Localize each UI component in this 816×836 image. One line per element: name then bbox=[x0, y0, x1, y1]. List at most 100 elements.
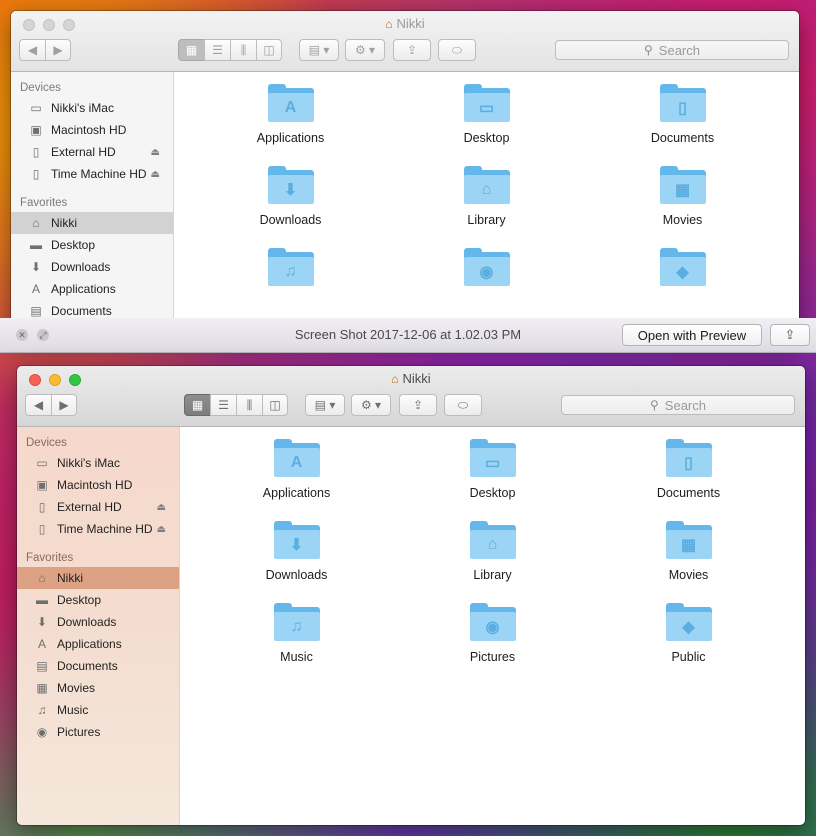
search-field[interactable]: ⚲ Search bbox=[561, 395, 795, 415]
arrange-button[interactable]: ▤ ▾ bbox=[305, 394, 345, 416]
folder-downloads[interactable]: ⬇ Downloads bbox=[193, 166, 389, 227]
folder-downloads[interactable]: ⬇ Downloads bbox=[199, 521, 395, 582]
list-view-button[interactable]: ☰ bbox=[210, 394, 236, 416]
share-button[interactable]: ⇪ bbox=[770, 324, 810, 346]
music-glyph-icon: ♫ bbox=[284, 262, 297, 280]
forward-button[interactable]: ▶ bbox=[45, 39, 71, 61]
window-body: Devices ▭ Nikki's iMac ▣ Macintosh HD ▯ Ext… bbox=[17, 427, 805, 825]
folder-movies[interactable]: ▦ Movies bbox=[585, 166, 781, 227]
back-forward-group: ◀ ▶ bbox=[19, 39, 71, 61]
column-view-button[interactable]: ⫼ bbox=[236, 394, 262, 416]
folder-desktop[interactable]: ▭ Desktop bbox=[395, 439, 591, 500]
chevron-right-icon: ▶ bbox=[53, 43, 63, 57]
folder-public[interactable]: ◆ Public bbox=[591, 603, 787, 664]
sidebar-item-music[interactable]: ♫ Music bbox=[17, 699, 179, 721]
list-icon: ☰ bbox=[212, 43, 223, 57]
folder-music[interactable]: ♫ Music bbox=[199, 603, 395, 664]
folder-icon: ▦ bbox=[665, 521, 712, 559]
tags-button[interactable]: ⬭ bbox=[444, 394, 482, 416]
arrange-button[interactable]: ▤ ▾ bbox=[299, 39, 339, 61]
eject-icon[interactable]: ⏏ bbox=[157, 524, 166, 535]
folder-applications[interactable]: A Applications bbox=[199, 439, 395, 500]
sidebar-item-time-machine-hd[interactable]: ▯ Time Machine HD ⏏ bbox=[17, 518, 179, 540]
folder-pictures[interactable]: ◉ bbox=[389, 248, 585, 295]
back-button[interactable]: ◀ bbox=[25, 394, 51, 416]
icon-view-button[interactable]: ▦ bbox=[178, 39, 204, 61]
sidebar-item-documents[interactable]: ▤ Documents bbox=[17, 655, 179, 677]
sidebar-item-macintosh-hd[interactable]: ▣ Macintosh HD bbox=[11, 119, 173, 141]
sidebar-item-movies[interactable]: ▦ Movies bbox=[17, 677, 179, 699]
search-field[interactable]: ⚲ Search bbox=[555, 40, 789, 60]
folder-icon: ♫ bbox=[273, 603, 320, 641]
sidebar-item-downloads[interactable]: ⬇ Downloads bbox=[17, 611, 179, 633]
icon-view-button[interactable]: ▦ bbox=[184, 394, 210, 416]
folder-desktop[interactable]: ▭ Desktop bbox=[389, 84, 585, 145]
home-icon: ⌂ bbox=[38, 571, 46, 585]
folder-public[interactable]: ◆ bbox=[585, 248, 781, 295]
share-button[interactable]: ⇪ bbox=[393, 39, 431, 61]
eject-icon[interactable]: ⏏ bbox=[151, 169, 160, 180]
chevron-left-icon: ◀ bbox=[33, 398, 44, 412]
quicklook-titlebar[interactable]: ✕ ⤢ Screen Shot 2017-12-06 at 1.02.03 PM… bbox=[0, 318, 816, 353]
titlebar[interactable]: ⌂ Nikki ◀ ▶ ▦ ☰ ⫼ ◫ ▤ ▾ ⚙ ▾ ⇪ ⬭ ⚲ Search bbox=[11, 11, 799, 72]
search-icon: ⚲ bbox=[650, 398, 659, 412]
window-title: ⌂ Nikki bbox=[391, 371, 431, 386]
action-button[interactable]: ⚙ ▾ bbox=[345, 39, 385, 61]
sidebar-item-imac[interactable]: ▭ Nikki's iMac bbox=[17, 452, 179, 474]
folder-music[interactable]: ♫ bbox=[193, 248, 389, 295]
titlebar[interactable]: ⌂ Nikki ◀ ▶ ▦ ☰ ⫼ ◫ ▤ ▾ ⚙ ▾ ⇪ ⬭ ⚲ Search bbox=[17, 366, 805, 427]
sidebar: Devices ▭ Nikki's iMac ▣ Macintosh HD ▯ Ext… bbox=[11, 72, 174, 341]
tags-button[interactable]: ⬭ bbox=[438, 39, 476, 61]
sidebar-item-macintosh-hd[interactable]: ▣ Macintosh HD bbox=[17, 474, 179, 496]
open-with-preview-button[interactable]: Open with Preview bbox=[622, 324, 762, 346]
folder-icon: A bbox=[267, 84, 314, 122]
chevron-right-icon: ▶ bbox=[59, 398, 69, 412]
movies-icon: ▦ bbox=[36, 681, 48, 695]
folder-documents[interactable]: ▯ Documents bbox=[591, 439, 787, 500]
camera-glyph-icon: ◉ bbox=[479, 263, 494, 281]
eject-icon[interactable]: ⏏ bbox=[151, 147, 160, 158]
folder-library[interactable]: ⌂ Library bbox=[389, 166, 585, 227]
documents-glyph-icon: ▯ bbox=[684, 454, 693, 472]
folder-icon: ◉ bbox=[463, 248, 510, 286]
folder-grid: A Applications ▭ Desktop ▯ Documents ⬇ Downl… bbox=[174, 84, 799, 295]
action-button[interactable]: ⚙ ▾ bbox=[351, 394, 391, 416]
folder-icon: ◉ bbox=[469, 603, 516, 641]
eject-icon[interactable]: ⏏ bbox=[157, 502, 166, 513]
sidebar-item-desktop[interactable]: ▬ Desktop bbox=[11, 234, 173, 256]
folder-applications[interactable]: A Applications bbox=[193, 84, 389, 145]
grid-icon: ▦ bbox=[185, 43, 198, 57]
pictures-icon: ◉ bbox=[36, 725, 48, 739]
sidebar-item-nikki[interactable]: ⌂ Nikki bbox=[17, 567, 179, 589]
public-glyph-icon: ◆ bbox=[676, 263, 689, 281]
sidebar-item-time-machine-hd[interactable]: ▯ Time Machine HD ⏏ bbox=[11, 163, 173, 185]
view-mode-group: ▦ ☰ ⫼ ◫ bbox=[178, 39, 282, 61]
share-group: ⇪ bbox=[393, 39, 431, 61]
list-view-button[interactable]: ☰ bbox=[204, 39, 230, 61]
sidebar-item-imac[interactable]: ▭ Nikki's iMac bbox=[11, 97, 173, 119]
external-drive-icon: ▯ bbox=[38, 522, 46, 536]
coverflow-view-button[interactable]: ◫ bbox=[256, 39, 282, 61]
sidebar-item-external-hd[interactable]: ▯ External HD ⏏ bbox=[17, 496, 179, 518]
share-icon: ⇪ bbox=[412, 398, 424, 412]
folder-documents[interactable]: ▯ Documents bbox=[585, 84, 781, 145]
desktop-icon: ▬ bbox=[30, 238, 42, 252]
sidebar-item-downloads[interactable]: ⬇ Downloads bbox=[11, 256, 173, 278]
sidebar-item-desktop[interactable]: ▬ Desktop bbox=[17, 589, 179, 611]
folder-library[interactable]: ⌂ Library bbox=[395, 521, 591, 582]
column-view-button[interactable]: ⫼ bbox=[230, 39, 256, 61]
coverflow-view-button[interactable]: ◫ bbox=[262, 394, 288, 416]
folder-movies[interactable]: ▦ Movies bbox=[591, 521, 787, 582]
camera-glyph-icon: ◉ bbox=[485, 618, 500, 636]
sidebar-item-applications[interactable]: A Applications bbox=[11, 278, 173, 300]
sidebar-item-external-hd[interactable]: ▯ External HD ⏏ bbox=[11, 141, 173, 163]
share-button[interactable]: ⇪ bbox=[399, 394, 437, 416]
sidebar-item-pictures[interactable]: ◉ Pictures bbox=[17, 721, 179, 743]
folder-pictures[interactable]: ◉ Pictures bbox=[395, 603, 591, 664]
documents-glyph-icon: ▯ bbox=[678, 99, 687, 117]
sidebar-item-nikki[interactable]: ⌂ Nikki bbox=[11, 212, 173, 234]
forward-button[interactable]: ▶ bbox=[51, 394, 77, 416]
sidebar-item-applications[interactable]: A Applications bbox=[17, 633, 179, 655]
applications-glyph-icon: A bbox=[290, 453, 303, 471]
back-button[interactable]: ◀ bbox=[19, 39, 45, 61]
